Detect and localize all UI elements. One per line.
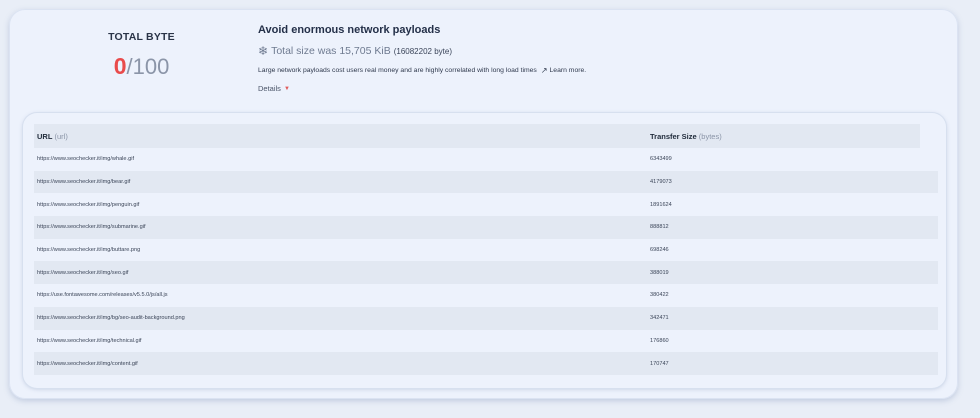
total-size-text: Total size was 15,705 KiB <box>271 45 391 57</box>
table-row: https://www.seochecker.it/img/seo.gif 388… <box>34 261 938 285</box>
table-row: https://www.seochecker.it/img/bg/seo-aud… <box>34 306 938 330</box>
external-link-icon[interactable]: ↗ <box>541 66 548 75</box>
table-row: https://www.seochecker.it/img/penguin.gi… <box>34 193 938 216</box>
table-body: https://www.seochecker.it/img/whale.gif 6… <box>34 148 938 375</box>
score-title: TOTAL BYTE <box>108 31 175 43</box>
row-url: https://www.seochecker.it/img/bg/seo-aud… <box>37 315 185 322</box>
header-url: URL (url) <box>37 131 68 141</box>
row-url: https://www.seochecker.it/img/content.gi… <box>37 360 138 367</box>
row-size: 698246 <box>650 247 669 254</box>
table-row: https://www.seochecker.it/img/bear.gif 41… <box>34 170 938 194</box>
score: 0/100 <box>69 53 214 80</box>
row-size: 176860 <box>650 337 669 344</box>
details-label[interactable]: Details <box>258 84 281 93</box>
row-url: https://use.fontawesome.com/releases/v5.… <box>37 292 168 299</box>
audit-description: Large network payloads cost users real m… <box>258 66 938 75</box>
score-max: /100 <box>126 54 170 79</box>
row-size: 888812 <box>650 224 669 231</box>
snowflake-icon: ❄ <box>258 44 269 58</box>
table-row: https://www.seochecker.it/img/buttare.pn… <box>34 239 938 262</box>
caret-down-icon[interactable]: ▼ <box>284 86 290 92</box>
audit-card: TOTAL BYTE 0/100 Avoid enormous network … <box>9 9 958 399</box>
row-size: 6343499 <box>650 156 672 163</box>
audit-info: Avoid enormous network payloads ❄ Total … <box>258 24 938 93</box>
description-text: Large network payloads cost users real m… <box>258 67 537 74</box>
table-header: URL (url) Transfer Size (bytes) <box>34 124 920 148</box>
header-transfer-size: Transfer Size (bytes) <box>650 131 722 141</box>
row-url: https://www.seochecker.it/img/technical.… <box>37 337 142 344</box>
row-url: https://www.seochecker.it/img/whale.gif <box>37 156 134 163</box>
row-size: 388019 <box>650 269 669 276</box>
row-size: 4179073 <box>650 179 672 186</box>
row-url: https://www.seochecker.it/img/submarine.… <box>37 224 146 231</box>
row-url: https://www.seochecker.it/img/buttare.pn… <box>37 247 141 254</box>
row-url: https://www.seochecker.it/img/seo.gif <box>37 269 129 276</box>
audit-title: Avoid enormous network payloads <box>258 24 441 36</box>
row-size: 380422 <box>650 292 669 299</box>
score-block: TOTAL BYTE 0/100 <box>69 31 214 80</box>
row-url: https://www.seochecker.it/img/bear.gif <box>37 179 131 186</box>
learn-more-link[interactable]: Learn more. <box>550 67 587 74</box>
details-table: URL (url) Transfer Size (bytes) https://… <box>23 113 946 388</box>
row-size: 342471 <box>650 315 669 322</box>
row-size: 170747 <box>650 360 669 367</box>
table-row: https://www.seochecker.it/img/submarine.… <box>34 216 938 239</box>
table-row: https://www.seochecker.it/img/whale.gif 6… <box>34 148 938 171</box>
total-size-line: ❄ Total size was 15,705 KiB (16082202 by… <box>258 44 938 58</box>
total-size-bytes: (16082202 byte) <box>393 46 452 56</box>
details-toggle[interactable]: Details ▼ <box>258 84 938 93</box>
row-size: 1891624 <box>650 201 672 208</box>
table-row: https://www.seochecker.it/img/technical.… <box>34 330 938 353</box>
table-row: https://www.seochecker.it/img/content.gi… <box>34 352 938 375</box>
score-value: 0 <box>113 53 127 79</box>
table-row: https://use.fontawesome.com/releases/v5.… <box>34 284 938 307</box>
row-url: https://www.seochecker.it/img/penguin.gi… <box>37 201 140 208</box>
